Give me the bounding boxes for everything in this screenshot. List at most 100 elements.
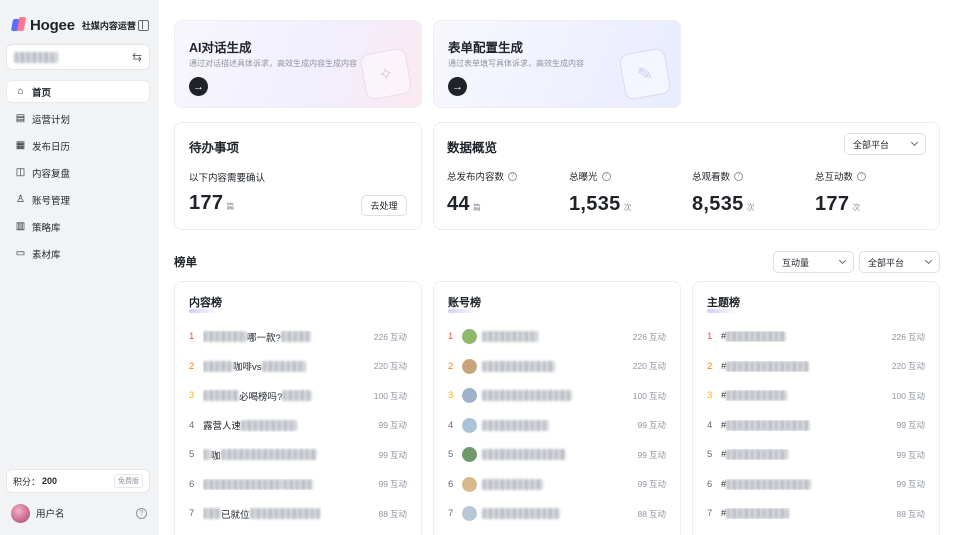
info-icon[interactable]: ? (601, 171, 611, 181)
ai-chat-generate-card[interactable]: AI对话生成 通过对话描述具体诉求，高效生成内容生成内容 → ✧ (174, 20, 422, 108)
platform-select-value: 全部平台 (868, 257, 905, 268)
list-item[interactable]: 5 咖 99 互动 (189, 440, 407, 470)
list-item[interactable]: 5 99 互动 (448, 440, 666, 470)
rank-item-text: 露营人速 (203, 421, 242, 433)
account-switcher[interactable]: ⇆ (6, 44, 150, 70)
avatar[interactable] (11, 503, 30, 523)
overview-platform-select[interactable]: 全部平台 (844, 133, 926, 155)
arrow-right-icon[interactable]: → (448, 77, 467, 96)
sidebar-item-label: 策略库 (32, 222, 61, 234)
sidebar-item-review[interactable]: ◫ 内容复盘 (6, 161, 150, 184)
rank-value-number: 88 (378, 508, 388, 519)
ranking-platform-select[interactable]: 全部平台 (859, 251, 940, 273)
todo-desc: 以下内容需要确认 (189, 173, 266, 184)
swap-icon[interactable]: ⇆ (132, 50, 142, 64)
rank-index: 6 (448, 478, 454, 490)
ranking-list: 1226互动2220互动3100互动499互动599互动699互动788互动88… (448, 322, 666, 535)
list-item[interactable]: 5 #99 互动 (707, 440, 925, 470)
info-icon[interactable]: ? (734, 171, 744, 181)
rank-value-unit: 互动 (389, 449, 407, 460)
list-item[interactable]: 888互动 (448, 529, 666, 535)
rank-item-value: 226 互动 (892, 331, 925, 343)
plan-badge[interactable]: 免费版 (114, 474, 143, 488)
list-item[interactable]: 2 #220 互动 (707, 352, 925, 382)
stat-value: 8,535 次 (692, 193, 755, 216)
rank-value-number: 226 (632, 331, 647, 342)
list-item[interactable]: 2 咖啡vs 220 互动 (189, 352, 407, 382)
gen-card-desc: 通过表单填写具体诉求，高效生成内容 (448, 59, 584, 68)
stat-number: 44 (447, 193, 470, 215)
info-icon[interactable]: ? (508, 171, 518, 181)
sidebar-item-calendar[interactable]: ▦ 发布日历 (6, 134, 150, 157)
rank-value-unit: 互动 (648, 479, 666, 490)
sidebar-item-home[interactable]: ⌂ 首页 (6, 80, 150, 103)
form-generate-card[interactable]: 表单配置生成 通过表单填写具体诉求，高效生成内容 → ✎ (433, 20, 681, 108)
list-item[interactable]: 3 必喝榜吗? 100 互动 (189, 381, 407, 411)
list-item[interactable]: 7 #88 互动 (707, 499, 925, 529)
stat-label: 总曝光? (569, 169, 632, 183)
rank-index: 7 (189, 508, 195, 520)
rank-item-value: 100 互动 (374, 390, 407, 402)
stat-number: 1,535 (569, 193, 621, 215)
list-item[interactable]: 1 哪一款? 226 互动 (189, 322, 407, 352)
list-item[interactable]: 6 #99 互动 (707, 470, 925, 500)
ranking-list: 1 #226 互动 2 #220 互动 3 #100 互动 4 #99 互动 5 #99 互动 6 #99 互动 7… (707, 322, 925, 535)
list-item[interactable]: 4 露营人速 99 互动 (189, 411, 407, 441)
rank-index: 3 (707, 390, 713, 402)
todo-count-unit: 篇 (226, 202, 235, 211)
rank-item-name (462, 358, 627, 374)
list-item[interactable]: 8咖啡88互动 (189, 529, 407, 535)
blurred-text (280, 331, 311, 343)
stat-label-text: 总观看数 (692, 172, 731, 183)
list-item[interactable]: 1 #226 互动 (707, 322, 925, 352)
blurred-text (482, 331, 538, 343)
sidebar-item-account[interactable]: ♙ 账号管理 (6, 188, 150, 211)
sidebar-collapse-icon[interactable] (138, 19, 149, 31)
rank-value-unit: 互动 (648, 508, 666, 519)
user-profile[interactable]: 用户名 ? (11, 503, 147, 523)
list-item[interactable]: 7 88 互动 (448, 499, 666, 529)
todo-card: 待办事项 以下内容需要确认 177 篇 去处理 (174, 122, 422, 230)
list-item[interactable]: 4 99 互动 (448, 411, 666, 441)
sidebar-item-label: 素材库 (32, 249, 61, 261)
form-edit-icon: ✎ (618, 47, 672, 101)
list-item[interactable]: 1 226 互动 (448, 322, 666, 352)
rank-index: 7 (448, 508, 454, 520)
ranking-metric-select[interactable]: 互动量 (773, 251, 854, 273)
rank-index: 4 (448, 419, 454, 431)
blurred-text (482, 419, 549, 431)
username: 用户名 (36, 509, 65, 520)
list-item[interactable]: 7 已就位 88 互动 (189, 499, 407, 529)
stat-label: 总观看数? (692, 169, 755, 183)
list-item[interactable]: 6 99 互动 (448, 470, 666, 500)
todo-count-value: 177 (189, 192, 224, 214)
rank-item-value: 226 互动 (374, 331, 407, 343)
stat-label-text: 总发布内容数 (447, 172, 505, 183)
arrow-right-icon[interactable]: → (189, 77, 208, 96)
rank-index: 1 (448, 331, 454, 343)
list-item[interactable]: 2 220 互动 (448, 352, 666, 382)
rank-index: 3 (189, 390, 195, 402)
stat-label: 总互动数? (815, 169, 867, 183)
process-button[interactable]: 去处理 (361, 195, 407, 216)
sidebar-item-folder[interactable]: ▭ 素材库 (6, 242, 150, 265)
account-avatar (462, 358, 477, 374)
info-icon[interactable]: ? (857, 171, 867, 181)
logo-row: Hogee 社媒内容运营 (12, 14, 149, 36)
sidebar-item-plan[interactable]: ▤ 运营计划 (6, 107, 150, 130)
stat-item: 总曝光? 1,535 次 (569, 169, 632, 216)
blurred-text (482, 449, 566, 461)
home-icon: ⌂ (17, 86, 24, 97)
list-item[interactable]: 8#88互动 (707, 529, 925, 535)
rank-value-unit: 互动 (907, 449, 925, 460)
list-item[interactable]: 3 #100 互动 (707, 381, 925, 411)
sidebar-item-strategy[interactable]: ▥ 策略库 (6, 215, 150, 238)
rank-value-number: 88 (896, 508, 906, 519)
list-item[interactable]: 3 100 互动 (448, 381, 666, 411)
list-item[interactable]: 4 #99 互动 (707, 411, 925, 441)
rank-value-number: 99 (637, 449, 647, 460)
rank-index: 4 (707, 419, 713, 431)
rank-item-value: 100 互动 (633, 390, 666, 402)
list-item[interactable]: 6 99 互动 (189, 470, 407, 500)
help-icon[interactable]: ? (136, 507, 147, 519)
